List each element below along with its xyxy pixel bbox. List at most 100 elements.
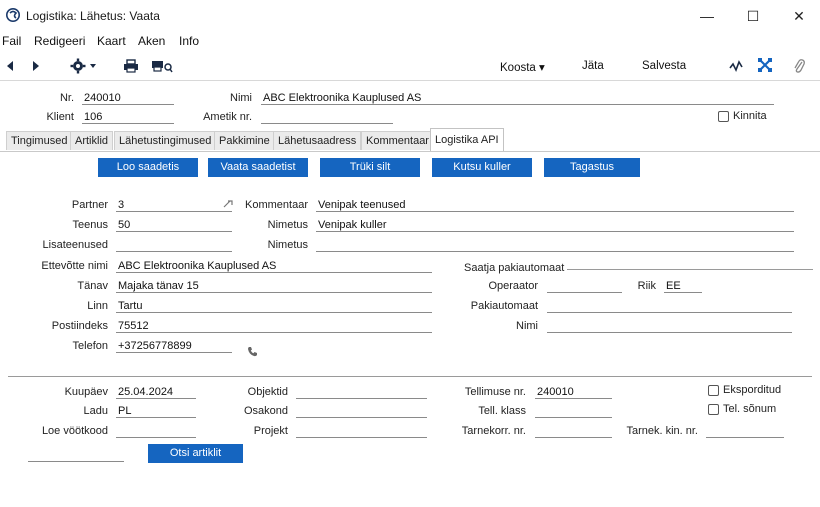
nimetus2-label: Nimetus bbox=[267, 239, 308, 251]
tab-lahetustingimused[interactable]: Lähetustingimused bbox=[114, 131, 217, 150]
tab-pakkimine[interactable]: Pakkimine bbox=[214, 131, 275, 150]
print-preview-icon[interactable] bbox=[151, 59, 173, 76]
partner-underline bbox=[116, 211, 232, 212]
menu-redigeeri[interactable]: Redigeeri bbox=[34, 34, 85, 48]
minimize-button[interactable]: — bbox=[684, 4, 730, 28]
telefon-underline bbox=[116, 352, 232, 353]
lisateenused-underline bbox=[116, 251, 232, 252]
phone-icon[interactable] bbox=[247, 346, 258, 360]
tanav-field[interactable]: Majaka tänav 15 bbox=[118, 280, 428, 292]
nimetus-underline bbox=[316, 231, 794, 232]
loo-saadetis-button[interactable]: Loo saadetis bbox=[98, 158, 198, 177]
riik-underline bbox=[664, 292, 702, 293]
eksporditud-label: Eksporditud bbox=[723, 384, 782, 396]
nr-underline bbox=[82, 104, 174, 105]
kinnita-label: Kinnita bbox=[733, 110, 767, 122]
tel-sonum-label: Tel. sõnum bbox=[723, 403, 777, 415]
tab-lahetusaadress[interactable]: Lähetusaadress bbox=[273, 131, 362, 150]
lisateenused-label: Lisateenused bbox=[42, 239, 108, 251]
projekt-label: Projekt bbox=[253, 425, 288, 437]
tellimuse-nr-label: Tellimuse nr. bbox=[464, 386, 526, 398]
tellimuse-nr-underline bbox=[535, 398, 612, 399]
salvesta-button[interactable]: Salvesta bbox=[642, 60, 686, 72]
otsi-artiklit-button[interactable]: Otsi artiklit bbox=[148, 444, 243, 463]
postiindeks-label: Postiindeks bbox=[51, 320, 108, 332]
tanav-underline bbox=[116, 292, 432, 293]
vaata-saadetist-button[interactable]: Vaata saadetist bbox=[208, 158, 308, 177]
nimi-field[interactable]: ABC Elektroonika Kauplused AS bbox=[263, 92, 763, 104]
menu-info[interactable]: Info bbox=[179, 34, 199, 48]
tab-tingimused[interactable]: Tingimused bbox=[6, 131, 73, 150]
nimetus2-underline bbox=[316, 251, 794, 252]
close-button[interactable]: ✕ bbox=[776, 4, 820, 28]
pakiautomaat-underline bbox=[547, 312, 792, 313]
settings-gear-icon[interactable] bbox=[70, 58, 98, 77]
menu-kaart[interactable]: Kaart bbox=[97, 34, 126, 48]
pakiautomaat-label: Pakiautomaat bbox=[470, 300, 538, 312]
teenus-field[interactable]: 50 bbox=[118, 219, 228, 231]
tellimuse-nr-field[interactable]: 240010 bbox=[537, 386, 609, 398]
ettevotte-nimi-underline bbox=[116, 272, 432, 273]
partner-field[interactable]: 3 bbox=[118, 199, 218, 211]
tab-logistika-api[interactable]: Logistika API bbox=[430, 128, 504, 151]
klient-field[interactable]: 106 bbox=[84, 111, 172, 123]
tab-artiklid[interactable]: Artiklid bbox=[70, 131, 114, 150]
paperclip-icon[interactable] bbox=[793, 58, 805, 77]
nimetus-label: Nimetus bbox=[267, 219, 308, 231]
projekt-underline bbox=[296, 437, 427, 438]
tarnek-kin-nr-underline bbox=[706, 437, 784, 438]
nimi-underline bbox=[261, 104, 774, 105]
telefon-label: Telefon bbox=[72, 340, 108, 352]
truki-silt-button[interactable]: Trüki silt bbox=[320, 158, 420, 177]
ladu-label: Ladu bbox=[83, 405, 108, 417]
ladu-field[interactable]: PL bbox=[118, 405, 194, 417]
kommentaar-field[interactable]: Venipak teenused bbox=[318, 199, 788, 211]
print-icon[interactable] bbox=[123, 59, 139, 76]
activity-icon[interactable] bbox=[729, 60, 743, 75]
tel-sonum-checkbox[interactable] bbox=[708, 404, 719, 415]
klient-underline bbox=[82, 123, 174, 124]
tell-klass-underline bbox=[535, 417, 612, 418]
linn-label: Linn bbox=[87, 300, 108, 312]
jata-button[interactable]: Jäta bbox=[582, 60, 604, 72]
menu-aken[interactable]: Aken bbox=[138, 34, 165, 48]
search-article-field[interactable] bbox=[28, 461, 124, 462]
ladu-underline bbox=[116, 417, 196, 418]
tarnekorr-nr-underline bbox=[535, 437, 612, 438]
riik-label: Riik bbox=[637, 280, 656, 292]
kuupaev-underline bbox=[116, 398, 196, 399]
tell-klass-label: Tell. klass bbox=[478, 405, 526, 417]
kuupaev-field[interactable]: 25.04.2024 bbox=[118, 386, 194, 398]
teenus-label: Teenus bbox=[72, 219, 108, 231]
osakond-label: Osakond bbox=[243, 405, 288, 417]
kinnita-checkbox[interactable] bbox=[718, 111, 729, 122]
tagastus-button[interactable]: Tagastus bbox=[544, 158, 640, 177]
telefon-field[interactable]: +37256778899 bbox=[118, 340, 228, 352]
ettevotte-nimi-field[interactable]: ABC Elektroonika Kauplused AS bbox=[118, 260, 428, 272]
app-icon bbox=[6, 8, 20, 22]
pakiautomaat-nimi-label: Nimi bbox=[516, 320, 538, 332]
tab-kommentaar[interactable]: Kommentaar bbox=[361, 131, 434, 150]
postiindeks-underline bbox=[116, 332, 432, 333]
koosta-button[interactable]: Koosta ▾ bbox=[500, 60, 545, 74]
eksporditud-checkbox[interactable] bbox=[708, 385, 719, 396]
paste-link-icon[interactable] bbox=[223, 199, 235, 212]
linn-field[interactable]: Tartu bbox=[118, 300, 428, 312]
menu-fail[interactable]: Fail bbox=[2, 34, 21, 48]
tanav-label: Tänav bbox=[77, 280, 108, 292]
expand-icon[interactable] bbox=[758, 58, 772, 75]
nr-field[interactable]: 240010 bbox=[84, 92, 172, 104]
operaator-underline bbox=[547, 292, 622, 293]
saatja-pakiautomaat-label: Saatja pakiautomaat bbox=[464, 262, 565, 274]
postiindeks-field[interactable]: 75512 bbox=[118, 320, 428, 332]
ettevotte-nimi-label: Ettevõtte nimi bbox=[41, 260, 108, 272]
next-record-icon[interactable] bbox=[31, 60, 41, 75]
previous-record-icon[interactable] bbox=[5, 60, 15, 75]
maximize-button[interactable]: ☐ bbox=[730, 4, 776, 28]
kutsu-kuller-button[interactable]: Kutsu kuller bbox=[432, 158, 532, 177]
tarnekorr-nr-label: Tarnekorr. nr. bbox=[461, 425, 526, 437]
riik-field[interactable]: EE bbox=[666, 280, 700, 292]
osakond-underline bbox=[296, 417, 427, 418]
nimetus-field[interactable]: Venipak kuller bbox=[318, 219, 788, 231]
nr-label: Nr. bbox=[59, 92, 74, 104]
